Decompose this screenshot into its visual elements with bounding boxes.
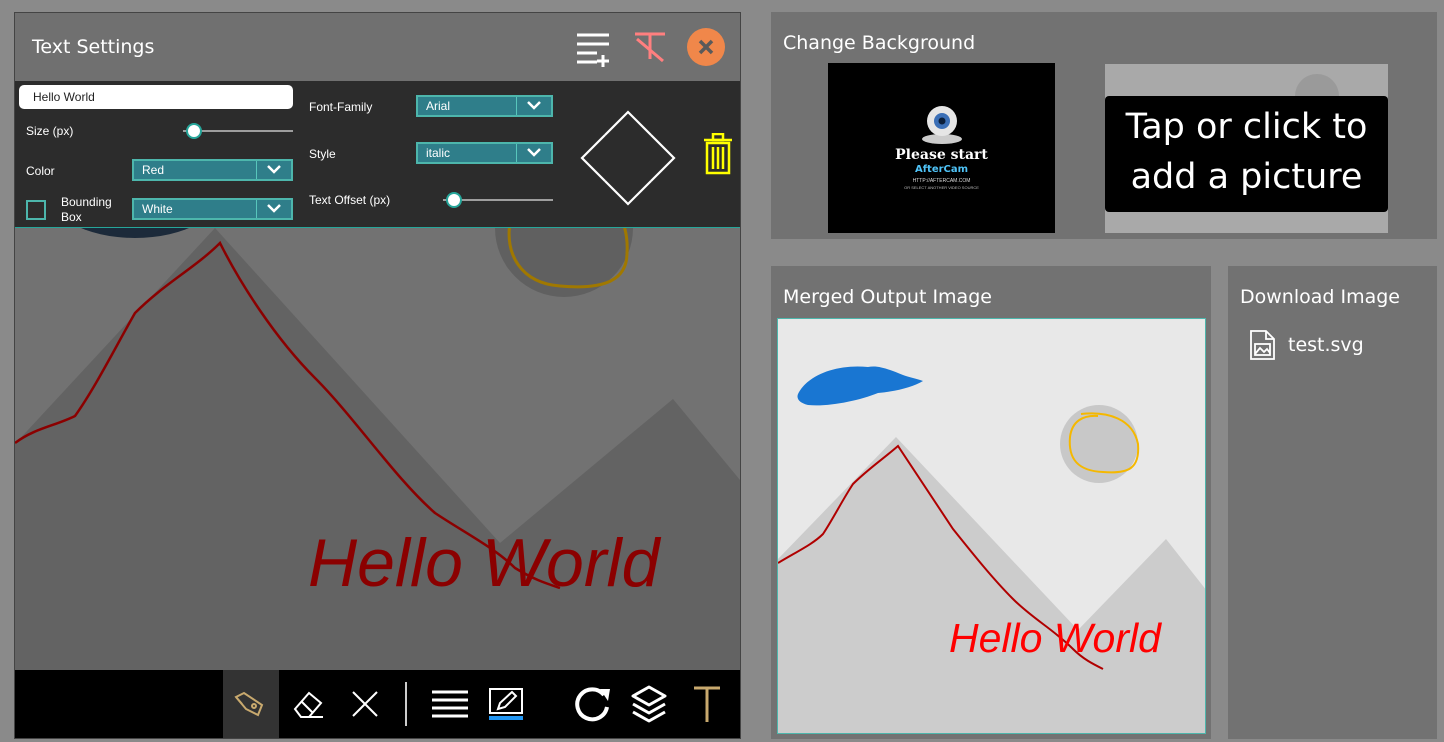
pen-color-icon — [489, 688, 523, 720]
image-file-icon — [1250, 330, 1275, 360]
toolbar-divider — [405, 682, 407, 726]
font-family-dropdown[interactable]: Arial — [416, 95, 553, 117]
text-offset-label: Text Offset (px) — [309, 193, 391, 207]
direction-pad[interactable] — [570, 100, 686, 216]
drawing-canvas[interactable]: Hello World — [15, 228, 740, 670]
bounding-box-color-dropdown[interactable]: White — [132, 198, 293, 220]
bounding-box-label: Bounding Box — [61, 195, 112, 224]
add-picture-line2: add a picture — [1130, 157, 1363, 197]
canvas-text[interactable]: Hello World — [308, 524, 659, 602]
color-dropdown-value: Red — [142, 163, 165, 177]
please-start-text: Please start — [895, 147, 988, 163]
size-label: Size (px) — [26, 124, 74, 138]
webcam-icon — [922, 106, 962, 144]
eraser-tool-button[interactable] — [283, 670, 333, 738]
background-thumbnail-webcam[interactable]: Please start AfterCam HTTP://AFTERCAM.CO… — [828, 63, 1055, 233]
merged-text: Hello World — [949, 615, 1161, 661]
bounding-box-checkbox[interactable] — [26, 200, 46, 220]
close-button[interactable] — [687, 28, 725, 66]
text-input[interactable]: Hello World — [19, 85, 293, 109]
chevron-down-icon — [267, 165, 281, 174]
chevron-down-icon — [527, 148, 541, 157]
arrow-down-icon — [604, 180, 652, 206]
color-label: Color — [26, 164, 55, 178]
merged-output-title: Merged Output Image — [783, 286, 992, 308]
text-settings-title: Text Settings — [32, 36, 155, 58]
download-image-title: Download Image — [1240, 286, 1400, 308]
aftercam-url-text: HTTP://AFTERCAM.COM — [912, 178, 971, 184]
redo-button[interactable] — [571, 670, 615, 738]
line-width-button[interactable] — [425, 670, 475, 738]
font-family-label: Font-Family — [309, 100, 373, 114]
clear-icon — [352, 691, 378, 717]
add-picture-tile[interactable]: Tap or click to add a picture — [1105, 64, 1388, 233]
font-family-value: Arial — [426, 99, 451, 113]
arrow-right-icon — [650, 134, 676, 182]
arrow-left-icon — [580, 134, 606, 182]
aftercam-text: AfterCam — [914, 164, 969, 175]
bounding-box-color-value: White — [142, 202, 173, 216]
clear-format-icon[interactable] — [633, 31, 667, 63]
change-background-panel: Change Background Please start AfterCam … — [771, 12, 1437, 239]
aftercam-source-text: OR SELECT ANOTHER VIDEO SOURCE — [904, 185, 979, 190]
layers-icon — [631, 685, 667, 723]
add-picture-overlay[interactable]: Tap or click to add a picture — [1105, 96, 1388, 212]
line-width-icon — [432, 690, 468, 718]
close-icon — [698, 39, 714, 55]
text-settings-bar: Hello World Size (px) Color Red Bounding… — [15, 81, 740, 228]
clear-tool-button[interactable] — [340, 670, 390, 738]
eraser-icon — [293, 691, 323, 718]
arrow-up-icon — [604, 110, 652, 136]
drawing-toolbar — [15, 670, 740, 738]
layers-button[interactable] — [627, 670, 671, 738]
text-icon — [694, 686, 720, 722]
chevron-down-icon — [527, 101, 541, 110]
text-tool-button[interactable] — [685, 670, 729, 738]
change-background-title: Change Background — [783, 32, 976, 54]
add-picture-line1: Tap or click to — [1125, 107, 1368, 147]
merged-drawing — [778, 319, 1205, 733]
download-file-name: test.svg — [1288, 334, 1364, 356]
pen-color-button[interactable] — [481, 670, 531, 738]
pen-icon — [234, 691, 264, 717]
editor-panel: Text Settings Hello World Size (px) Colo… — [14, 12, 741, 739]
canvas-drawing — [15, 228, 740, 670]
redo-icon — [575, 687, 610, 722]
pen-tool-button[interactable] — [223, 670, 279, 738]
style-label: Style — [309, 147, 336, 161]
color-dropdown[interactable]: Red — [132, 159, 293, 181]
size-slider-handle[interactable] — [186, 123, 202, 139]
style-value: italic — [426, 146, 451, 160]
chevron-down-icon — [267, 204, 281, 213]
download-image-panel: Download Image test.svg — [1228, 266, 1437, 739]
style-dropdown[interactable]: italic — [416, 142, 553, 164]
download-file-link[interactable]: test.svg — [1248, 330, 1364, 360]
add-text-icon[interactable] — [575, 31, 611, 67]
merged-output-panel: Merged Output Image Hello World — [771, 266, 1211, 739]
merged-output-image: Hello World — [777, 318, 1206, 734]
trash-icon[interactable] — [703, 133, 733, 175]
text-offset-slider-handle[interactable] — [446, 192, 462, 208]
